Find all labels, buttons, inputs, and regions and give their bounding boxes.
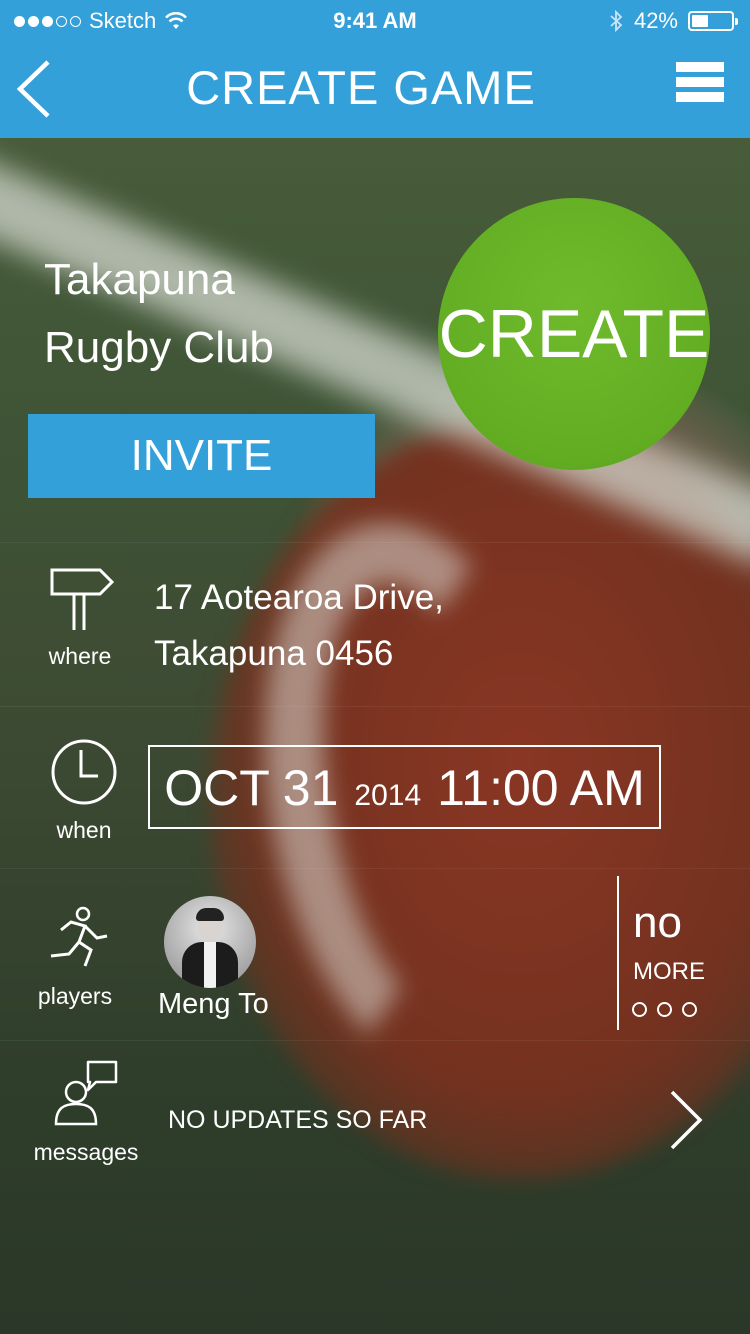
player-name: Meng To — [158, 988, 269, 1020]
date-value: OCT 31 — [164, 760, 339, 816]
clock-icon — [51, 739, 117, 805]
messages-status: NO UPDATES SO FAR — [168, 1106, 428, 1134]
where-caption: where — [48, 643, 112, 669]
bluetooth-icon — [610, 10, 623, 32]
battery-group: 42% — [608, 8, 738, 34]
status-bar: Sketch 9:41 AM 42% — [0, 0, 750, 40]
battery-icon — [688, 11, 738, 31]
divider — [0, 1040, 750, 1041]
page-title: CREATE GAME — [186, 61, 536, 114]
messages-section-icon: messages — [24, 1058, 148, 1166]
datetime-picker[interactable]: OCT 31 2014 11:00 AM — [148, 745, 661, 829]
divider — [0, 868, 750, 869]
chat-person-icon — [54, 1060, 118, 1126]
address[interactable]: 17 Aotearoa Drive, Takapuna 0456 — [154, 570, 444, 682]
messages-caption: messages — [33, 1139, 139, 1165]
battery-fill — [692, 15, 708, 27]
running-person-icon — [50, 906, 108, 967]
battery-percent: 42% — [633, 8, 678, 33]
club-name-line1: Takapuna — [44, 255, 235, 304]
ellipsis-dot — [657, 1002, 672, 1017]
more-divider — [617, 876, 619, 1030]
players-caption: players — [37, 983, 113, 1009]
invite-button[interactable]: INVITE — [28, 414, 375, 498]
club-name-line2: Rugby Club — [44, 323, 274, 372]
divider — [0, 706, 750, 707]
menu-button[interactable] — [676, 62, 724, 110]
hamburger-menu-icon — [676, 62, 724, 102]
club-name: Takapuna Rugby Club — [44, 246, 404, 382]
ellipsis-dot — [682, 1002, 697, 1017]
messages-open-button[interactable] — [664, 1088, 708, 1152]
nav-bar: CREATE GAME — [0, 40, 750, 138]
divider — [0, 542, 750, 543]
time-value: 11:00 AM — [437, 760, 645, 816]
create-button[interactable]: CREATE — [438, 198, 710, 470]
players-section-icon: players — [22, 906, 128, 1010]
when-section-icon: when — [32, 738, 136, 844]
year-value: 2014 — [354, 779, 422, 812]
address-line2: Takapuna 0456 — [154, 634, 394, 673]
ellipsis-dot — [632, 1002, 647, 1017]
signpost-icon — [50, 568, 115, 630]
more-label: MORE — [633, 958, 705, 985]
more-players-button[interactable] — [632, 1002, 697, 1017]
address-line1: 17 Aotearoa Drive, — [154, 578, 444, 617]
when-caption: when — [56, 817, 112, 843]
chevron-right-icon — [670, 1090, 703, 1150]
avatar[interactable] — [164, 896, 256, 988]
where-section-icon: where — [28, 566, 132, 670]
more-count: no — [633, 898, 682, 947]
